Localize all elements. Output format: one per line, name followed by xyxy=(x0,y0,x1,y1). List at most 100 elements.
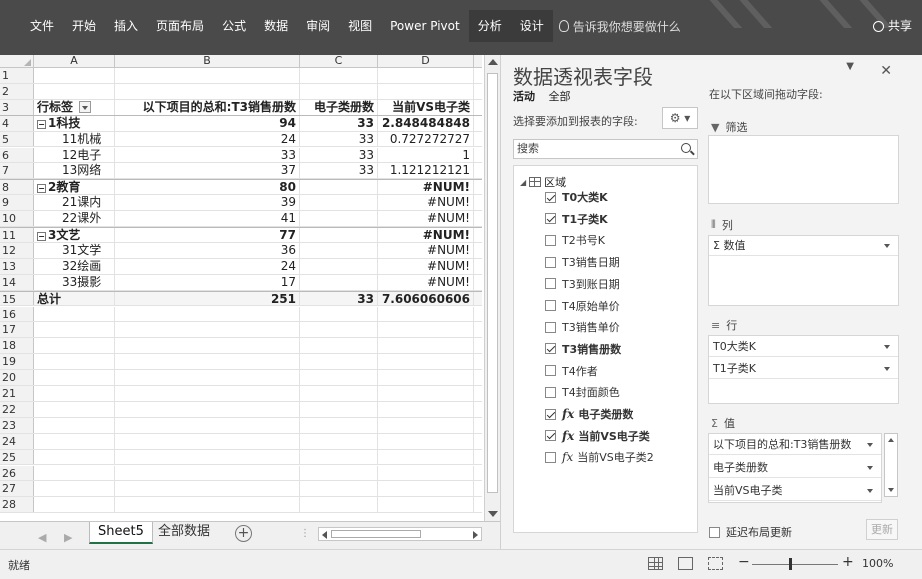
empty-cell[interactable] xyxy=(34,401,115,417)
tab-home[interactable]: 开始 xyxy=(63,10,105,42)
empty-cell[interactable] xyxy=(378,68,474,83)
field-search-input[interactable]: 搜索 xyxy=(513,139,698,159)
checkbox-icon[interactable] xyxy=(545,386,556,398)
empty-cell[interactable] xyxy=(34,83,115,99)
sum-cell[interactable]: 37 xyxy=(115,163,300,179)
row-header[interactable]: 8 xyxy=(0,180,34,194)
checkbox-icon[interactable] xyxy=(545,256,556,268)
field-item[interactable]: fx 当前VS电子类 xyxy=(545,427,650,445)
chevron-down-icon[interactable] xyxy=(867,489,873,493)
ebook-cell[interactable] xyxy=(300,228,378,242)
checkbox-icon[interactable] xyxy=(545,365,556,377)
zoom-out-icon[interactable]: − xyxy=(738,554,750,570)
field-item[interactable]: T4原始单价 xyxy=(545,297,620,315)
empty-cell[interactable] xyxy=(115,417,300,433)
ebook-cell[interactable] xyxy=(300,242,378,258)
empty-cell[interactable] xyxy=(34,433,115,449)
row-header[interactable]: 6 xyxy=(0,147,34,163)
sum-cell[interactable]: 24 xyxy=(115,131,300,147)
page-layout-view-icon[interactable] xyxy=(678,557,693,570)
row-header[interactable]: 5 xyxy=(0,131,34,147)
next-sheet-icon[interactable]: ▶ xyxy=(64,531,72,544)
empty-cell[interactable] xyxy=(115,354,300,370)
vs-cell[interactable]: #NUM! xyxy=(378,242,474,258)
row-label-cell[interactable]: 21课内 xyxy=(34,195,115,211)
ebook-cell[interactable]: 33 xyxy=(300,115,378,131)
sum-cell[interactable]: 41 xyxy=(115,211,300,226)
chevron-down-icon[interactable] xyxy=(867,466,873,470)
ebook-cell[interactable] xyxy=(300,274,378,290)
tab-insert[interactable]: 插入 xyxy=(105,10,147,42)
scroll-down-icon[interactable] xyxy=(888,488,894,492)
zoom-slider[interactable] xyxy=(752,564,838,565)
field-item[interactable]: T3销售日期 xyxy=(545,253,620,271)
empty-cell[interactable] xyxy=(115,306,300,322)
total-vs-cell[interactable]: 7.606060606 xyxy=(378,291,474,306)
values-pill-vs[interactable]: 当前VS电子类 xyxy=(709,481,881,501)
defer-update-checkbox[interactable]: 延迟布局更新 xyxy=(709,524,792,540)
empty-cell[interactable] xyxy=(34,306,115,322)
values-pill-sum[interactable]: 以下项目的总和:T3销售册数 xyxy=(709,435,881,455)
empty-cell[interactable] xyxy=(300,354,378,370)
scroll-up-icon[interactable] xyxy=(888,438,894,442)
row-header[interactable]: 16 xyxy=(0,306,34,322)
row-header[interactable]: 19 xyxy=(0,354,34,370)
ebook-cell[interactable]: 33 xyxy=(300,131,378,147)
ebook-cell[interactable] xyxy=(300,195,378,211)
column-header-b[interactable]: B xyxy=(115,55,300,68)
scroll-up-icon[interactable] xyxy=(488,59,498,65)
empty-cell[interactable] xyxy=(300,386,378,401)
empty-cell[interactable] xyxy=(34,417,115,433)
chevron-down-icon[interactable] xyxy=(884,244,890,248)
sum-cell[interactable]: 36 xyxy=(115,242,300,258)
empty-cell[interactable] xyxy=(115,497,300,513)
row-label-cell[interactable]: −2教育 xyxy=(34,180,115,195)
row-label-cell[interactable]: 33摄影 xyxy=(34,274,115,290)
empty-cell[interactable] xyxy=(115,481,300,497)
checkbox-icon[interactable] xyxy=(545,278,556,290)
ebook-cell[interactable] xyxy=(300,258,378,274)
empty-cell[interactable] xyxy=(378,449,474,465)
empty-cell[interactable] xyxy=(115,83,300,99)
empty-cell[interactable] xyxy=(378,338,474,354)
empty-cell[interactable] xyxy=(378,386,474,401)
empty-cell[interactable] xyxy=(378,354,474,370)
empty-cell[interactable] xyxy=(34,497,115,513)
row-header[interactable]: 20 xyxy=(0,370,34,385)
zoom-slider-thumb[interactable] xyxy=(789,558,792,570)
checkbox-icon[interactable] xyxy=(545,451,556,463)
tab-review[interactable]: 审阅 xyxy=(297,10,339,42)
tab-all-fields[interactable]: 全部 xyxy=(549,90,571,103)
row-label-cell[interactable]: 32绘画 xyxy=(34,258,115,274)
empty-cell[interactable] xyxy=(115,465,300,481)
row-label-cell[interactable]: 22课外 xyxy=(34,211,115,226)
field-item[interactable]: T0大类K xyxy=(545,188,608,206)
filters-zone[interactable] xyxy=(708,135,899,204)
ebook-cell[interactable] xyxy=(300,180,378,195)
tab-design[interactable]: 设计 xyxy=(510,10,553,42)
sheet-tab-all-data[interactable]: 全部数据 xyxy=(150,522,218,544)
row-header[interactable]: 12 xyxy=(0,242,34,258)
tab-file[interactable]: 文件 xyxy=(0,10,63,42)
row-header[interactable]: 21 xyxy=(0,386,34,401)
row-header[interactable]: 28 xyxy=(0,497,34,513)
vs-cell[interactable]: 1.121212121 xyxy=(378,163,474,179)
empty-cell[interactable] xyxy=(300,322,378,338)
empty-cell[interactable] xyxy=(34,481,115,497)
ebook-column-header[interactable]: 电子类册数 xyxy=(300,99,378,115)
field-item[interactable]: T3到账日期 xyxy=(545,275,620,293)
sum-cell[interactable]: 77 xyxy=(115,228,300,242)
empty-cell[interactable] xyxy=(115,401,300,417)
empty-cell[interactable] xyxy=(300,68,378,83)
checkbox-icon[interactable] xyxy=(545,300,556,311)
empty-cell[interactable] xyxy=(34,386,115,401)
tab-power-pivot[interactable]: Power Pivot xyxy=(381,10,469,42)
tell-me-search[interactable]: 告诉我你想要做什么 xyxy=(553,18,681,35)
tab-view[interactable]: 视图 xyxy=(339,10,381,42)
empty-cell[interactable] xyxy=(115,449,300,465)
empty-cell[interactable] xyxy=(378,417,474,433)
empty-cell[interactable] xyxy=(378,306,474,322)
sheet-tab-sheet5[interactable]: Sheet5 xyxy=(89,522,153,544)
tab-data[interactable]: 数据 xyxy=(255,10,297,42)
empty-cell[interactable] xyxy=(115,338,300,354)
